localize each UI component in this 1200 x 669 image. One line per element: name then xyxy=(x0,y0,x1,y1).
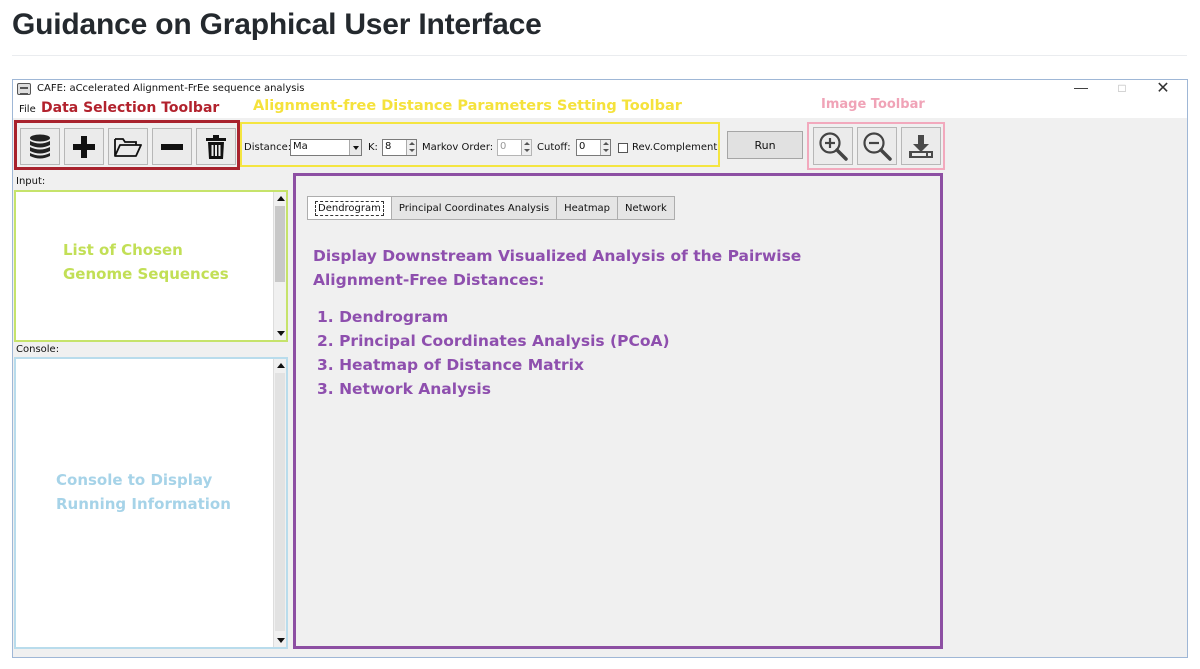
database-button[interactable] xyxy=(20,128,60,165)
distance-value: Ma xyxy=(293,141,308,152)
trash-icon xyxy=(206,134,226,159)
markov-order-spinner[interactable]: 0 xyxy=(497,139,532,156)
window-title: CAFE: aCcelerated Alignment-FrEe sequenc… xyxy=(37,83,305,94)
distance-label: Distance: xyxy=(244,142,292,153)
data-selection-toolbar xyxy=(14,120,240,170)
run-button[interactable]: Run xyxy=(727,131,803,159)
markov-order-label: Markov Order: xyxy=(422,142,494,153)
genome-list-annotation-line: Genome Sequences xyxy=(63,265,229,283)
zoom-out-icon xyxy=(863,132,892,161)
app-icon xyxy=(17,83,31,95)
tab-heatmap[interactable]: Heatmap xyxy=(557,196,619,220)
minimize-button[interactable]: — xyxy=(1066,79,1096,95)
title-divider xyxy=(12,55,1187,56)
scroll-up-icon xyxy=(277,363,285,368)
scroll-up-icon xyxy=(277,196,285,201)
analysis-list: 1. Dendrogram 2. Principal Coordinates A… xyxy=(317,305,670,401)
download-icon xyxy=(909,135,933,158)
clear-button[interactable] xyxy=(196,128,236,165)
add-button[interactable] xyxy=(64,128,104,165)
visualization-panel: Dendrogram Principal Coordinates Analysi… xyxy=(293,173,943,649)
save-image-button[interactable] xyxy=(901,127,941,165)
distance-parameters-toolbar: Distance: Ma K: 8 Markov Order: 0 Cutoff… xyxy=(240,122,720,167)
tab-dendrogram[interactable]: Dendrogram xyxy=(307,196,392,220)
cutoff-value: 0 xyxy=(579,141,586,152)
console-annotation-line: Console to Display xyxy=(56,471,213,489)
analysis-tabs: Dendrogram Principal Coordinates Analysi… xyxy=(307,196,675,220)
visualization-description: Display Downstream Visualized Analysis o… xyxy=(313,247,802,289)
cutoff-spinner[interactable]: 0 xyxy=(576,139,611,156)
k-label: K: xyxy=(368,142,378,153)
distance-select[interactable]: Ma xyxy=(290,139,362,156)
console-annotation-line: Running Information xyxy=(56,495,231,513)
input-label: Input: xyxy=(16,176,46,187)
zoom-in-icon xyxy=(819,132,848,161)
annotation-image-toolbar: Image Toolbar xyxy=(821,97,925,112)
k-spinner[interactable]: 8 xyxy=(382,139,417,156)
maximize-button[interactable]: □ xyxy=(1107,81,1137,95)
spinner-arrows-icon xyxy=(521,140,531,155)
genome-list-annotation-line: List of Chosen xyxy=(63,241,183,259)
page-title: Guidance on Graphical User Interface xyxy=(12,8,542,41)
remove-button[interactable] xyxy=(152,128,192,165)
tab-label: Dendrogram xyxy=(315,200,384,216)
console-label: Console: xyxy=(16,344,60,355)
tab-pcoa[interactable]: Principal Coordinates Analysis xyxy=(391,196,558,220)
minus-icon xyxy=(161,143,183,150)
console-panel[interactable]: Console to Display Running Information xyxy=(14,357,288,649)
scroll-thumb[interactable] xyxy=(275,206,285,282)
zoom-out-button[interactable] xyxy=(857,127,897,165)
scroll-track[interactable] xyxy=(275,373,285,631)
annotation-data-selection-toolbar: Data Selection Toolbar xyxy=(41,100,220,116)
database-icon xyxy=(30,134,50,158)
scroll-down-icon xyxy=(277,331,285,336)
spinner-arrows-icon xyxy=(406,140,416,155)
open-folder-button[interactable] xyxy=(108,128,148,165)
rev-complement-label: Rev.Complement xyxy=(632,142,718,153)
analysis-list-item: 2. Principal Coordinates Analysis (PCoA) xyxy=(317,332,670,350)
markov-order-value: 0 xyxy=(500,141,507,152)
console-scrollbar[interactable] xyxy=(273,359,286,647)
tab-network[interactable]: Network xyxy=(618,196,675,220)
plus-icon xyxy=(73,135,95,158)
zoom-in-button[interactable] xyxy=(813,127,853,165)
rev-complement-checkbox[interactable] xyxy=(618,143,628,153)
spinner-arrows-icon xyxy=(600,140,610,155)
analysis-list-item: 3. Heatmap of Distance Matrix xyxy=(317,356,584,374)
genome-list-panel[interactable]: List of Chosen Genome Sequences xyxy=(14,190,288,342)
input-scrollbar[interactable] xyxy=(273,192,286,340)
chevron-down-icon xyxy=(349,140,361,155)
close-button[interactable]: ✕ xyxy=(1148,78,1178,98)
app-window: CAFE: aCcelerated Alignment-FrEe sequenc… xyxy=(12,79,1188,658)
window-titlebar: CAFE: aCcelerated Alignment-FrEe sequenc… xyxy=(13,78,1187,100)
analysis-list-item: 1. Dendrogram xyxy=(317,308,449,326)
console-annotation: Console to Display Running Information xyxy=(56,468,231,516)
scroll-down-icon xyxy=(277,638,285,643)
annotation-distance-toolbar: Alignment-free Distance Parameters Setti… xyxy=(253,98,682,114)
cutoff-label: Cutoff: xyxy=(537,142,571,153)
analysis-list-item: 3. Network Analysis xyxy=(317,380,491,398)
k-value: 8 xyxy=(385,141,392,152)
genome-list-annotation: List of Chosen Genome Sequences xyxy=(63,238,229,286)
menu-file[interactable]: File xyxy=(19,104,36,115)
image-toolbar xyxy=(807,122,945,170)
folder-open-icon xyxy=(114,137,142,157)
